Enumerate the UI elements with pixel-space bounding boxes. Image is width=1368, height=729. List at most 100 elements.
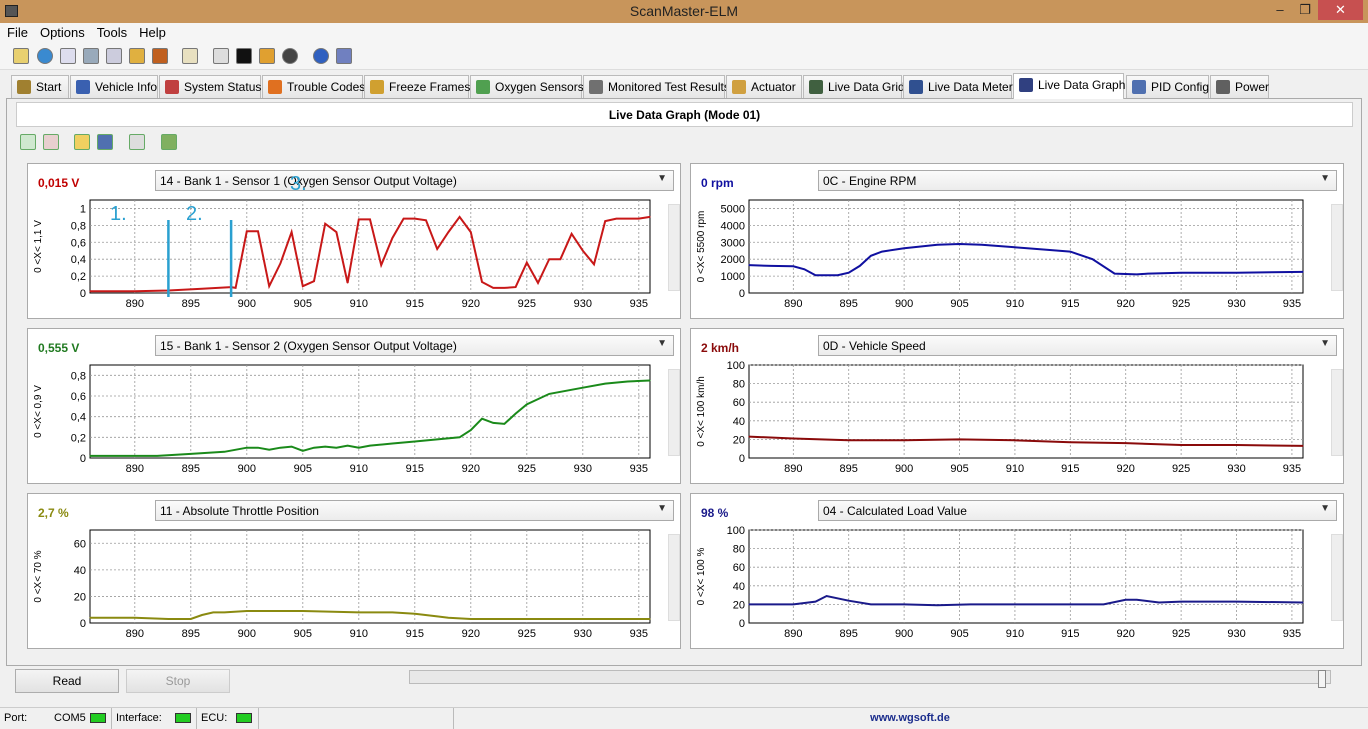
data-point [515, 286, 517, 288]
y-tick-label: 20 [733, 434, 745, 446]
exit-icon[interactable] [336, 48, 352, 64]
data-point [615, 218, 618, 220]
monitor-icon[interactable] [213, 48, 229, 64]
website-link[interactable]: www.wgsoft.de [455, 712, 1365, 724]
data-point [380, 264, 382, 266]
remove-graph-icon[interactable] [43, 134, 59, 150]
data-point [1102, 603, 1105, 605]
x-tick-label: 910 [1006, 298, 1024, 310]
plot-area [748, 529, 1304, 624]
tab-power[interactable]: Power [1210, 75, 1269, 98]
data-point [548, 393, 550, 395]
x-tick-label: 895 [840, 298, 858, 310]
meter-icon[interactable] [129, 48, 145, 64]
tab-live-data-graph[interactable]: Live Data Graph [1013, 73, 1125, 99]
tab-label: Freeze Frames [389, 80, 471, 94]
tab-live-data-grid[interactable]: Live Data Grid [803, 75, 905, 98]
add-graph-icon[interactable] [20, 134, 36, 150]
about-icon[interactable] [313, 48, 329, 64]
data-point [1125, 599, 1127, 601]
document-icon[interactable] [60, 48, 76, 64]
stop-button[interactable]: Stop [126, 669, 230, 693]
x-tick-label: 925 [1172, 628, 1190, 640]
tab-trouble-codes[interactable]: Trouble Codes [262, 75, 365, 98]
print-icon[interactable] [129, 134, 145, 150]
grid-icon[interactable] [83, 48, 99, 64]
freeze-icon [370, 80, 384, 94]
data-point [470, 231, 472, 233]
data-point [201, 288, 203, 290]
data-point [903, 603, 905, 605]
data-point [792, 437, 794, 440]
y-tick-label: 2000 [721, 254, 745, 266]
x-tick-label: 915 [406, 628, 424, 640]
data-point [391, 611, 393, 613]
data-point [571, 233, 573, 235]
interface-label: Interface: [116, 712, 162, 724]
data-point [156, 455, 158, 457]
data-point [1302, 601, 1304, 604]
graph-panel: 98 % 04 - Calculated Load Value ▼ 890 895 900… [690, 493, 1344, 649]
data-point [123, 455, 125, 457]
range-label: 0 <X< 100 % [696, 547, 707, 605]
tab-freeze-frames[interactable]: Freeze Frames [364, 75, 471, 98]
x-tick-label: 900 [895, 463, 913, 475]
menu-options[interactable]: Options [33, 23, 90, 40]
tab-pid-config[interactable]: PID Config [1126, 75, 1209, 98]
open-folder-icon[interactable] [74, 134, 90, 150]
data-point [1235, 601, 1238, 603]
tab-oxygen-sensors[interactable]: Oxygen Sensors [470, 75, 584, 98]
graph-panel: 0,555 V 15 - Bank 1 - Sensor 2 (Oxygen Se… [27, 328, 681, 484]
scale-slider[interactable] [668, 204, 680, 291]
x-tick-label: 920 [462, 463, 480, 475]
maximize-button[interactable]: ❐ [1293, 0, 1317, 20]
power-icon[interactable] [282, 48, 298, 64]
tab-start[interactable]: Start [11, 75, 69, 98]
tab-vehicle-info[interactable]: Vehicle Info [70, 75, 158, 98]
clipboard-icon[interactable] [182, 48, 198, 64]
console-icon[interactable] [236, 48, 252, 64]
data-point [257, 230, 259, 232]
tab-monitored-test-results[interactable]: Monitored Test Results [583, 75, 730, 98]
data-point [470, 429, 472, 431]
close-button[interactable]: ✕ [1318, 0, 1363, 20]
minimize-button[interactable]: – [1268, 0, 1292, 20]
menu-tools[interactable]: Tools [90, 23, 132, 40]
scale-slider[interactable] [1331, 369, 1343, 456]
plot-area [89, 529, 651, 624]
data-point [223, 611, 225, 613]
x-tick-label: 905 [294, 463, 312, 475]
scale-slider[interactable] [1331, 534, 1343, 621]
data-point [302, 450, 304, 452]
menu-help[interactable]: Help [132, 23, 171, 40]
data-point [89, 617, 91, 619]
start-icon [17, 80, 31, 94]
scale-slider[interactable] [668, 534, 680, 621]
export-icon[interactable] [161, 134, 177, 150]
ecu-label: ECU: [201, 712, 228, 724]
plot-area [89, 364, 651, 459]
tab-system-status[interactable]: System Status [159, 75, 261, 98]
tab-live-data-meter[interactable]: Live Data Meter [903, 75, 1013, 98]
data-point [212, 611, 214, 613]
wizard-icon[interactable] [13, 48, 29, 64]
scale-slider[interactable] [1331, 204, 1343, 291]
data-point [903, 439, 905, 441]
data-point [748, 436, 750, 438]
person-icon[interactable] [152, 48, 168, 64]
x-tick-label: 930 [574, 298, 592, 310]
progress-thumb[interactable] [1318, 670, 1326, 688]
tab-label: Live Data Meter [928, 80, 1013, 94]
save-icon[interactable] [97, 134, 113, 150]
globe-icon[interactable] [37, 48, 53, 64]
data-point [837, 274, 839, 276]
read-button[interactable]: Read [15, 669, 119, 693]
data-point [1069, 603, 1071, 605]
y-tick-label: 60 [733, 562, 745, 574]
tab-actuator[interactable]: Actuator [726, 75, 802, 98]
battery-icon[interactable] [259, 48, 275, 64]
menu-file[interactable]: File [0, 23, 33, 40]
chart-icon[interactable] [106, 48, 122, 64]
scale-slider[interactable] [668, 369, 680, 456]
line-chart: 890 895 900 905 910 915 920 925 930 935 0 20 40 60 80 1… [696, 360, 1304, 475]
